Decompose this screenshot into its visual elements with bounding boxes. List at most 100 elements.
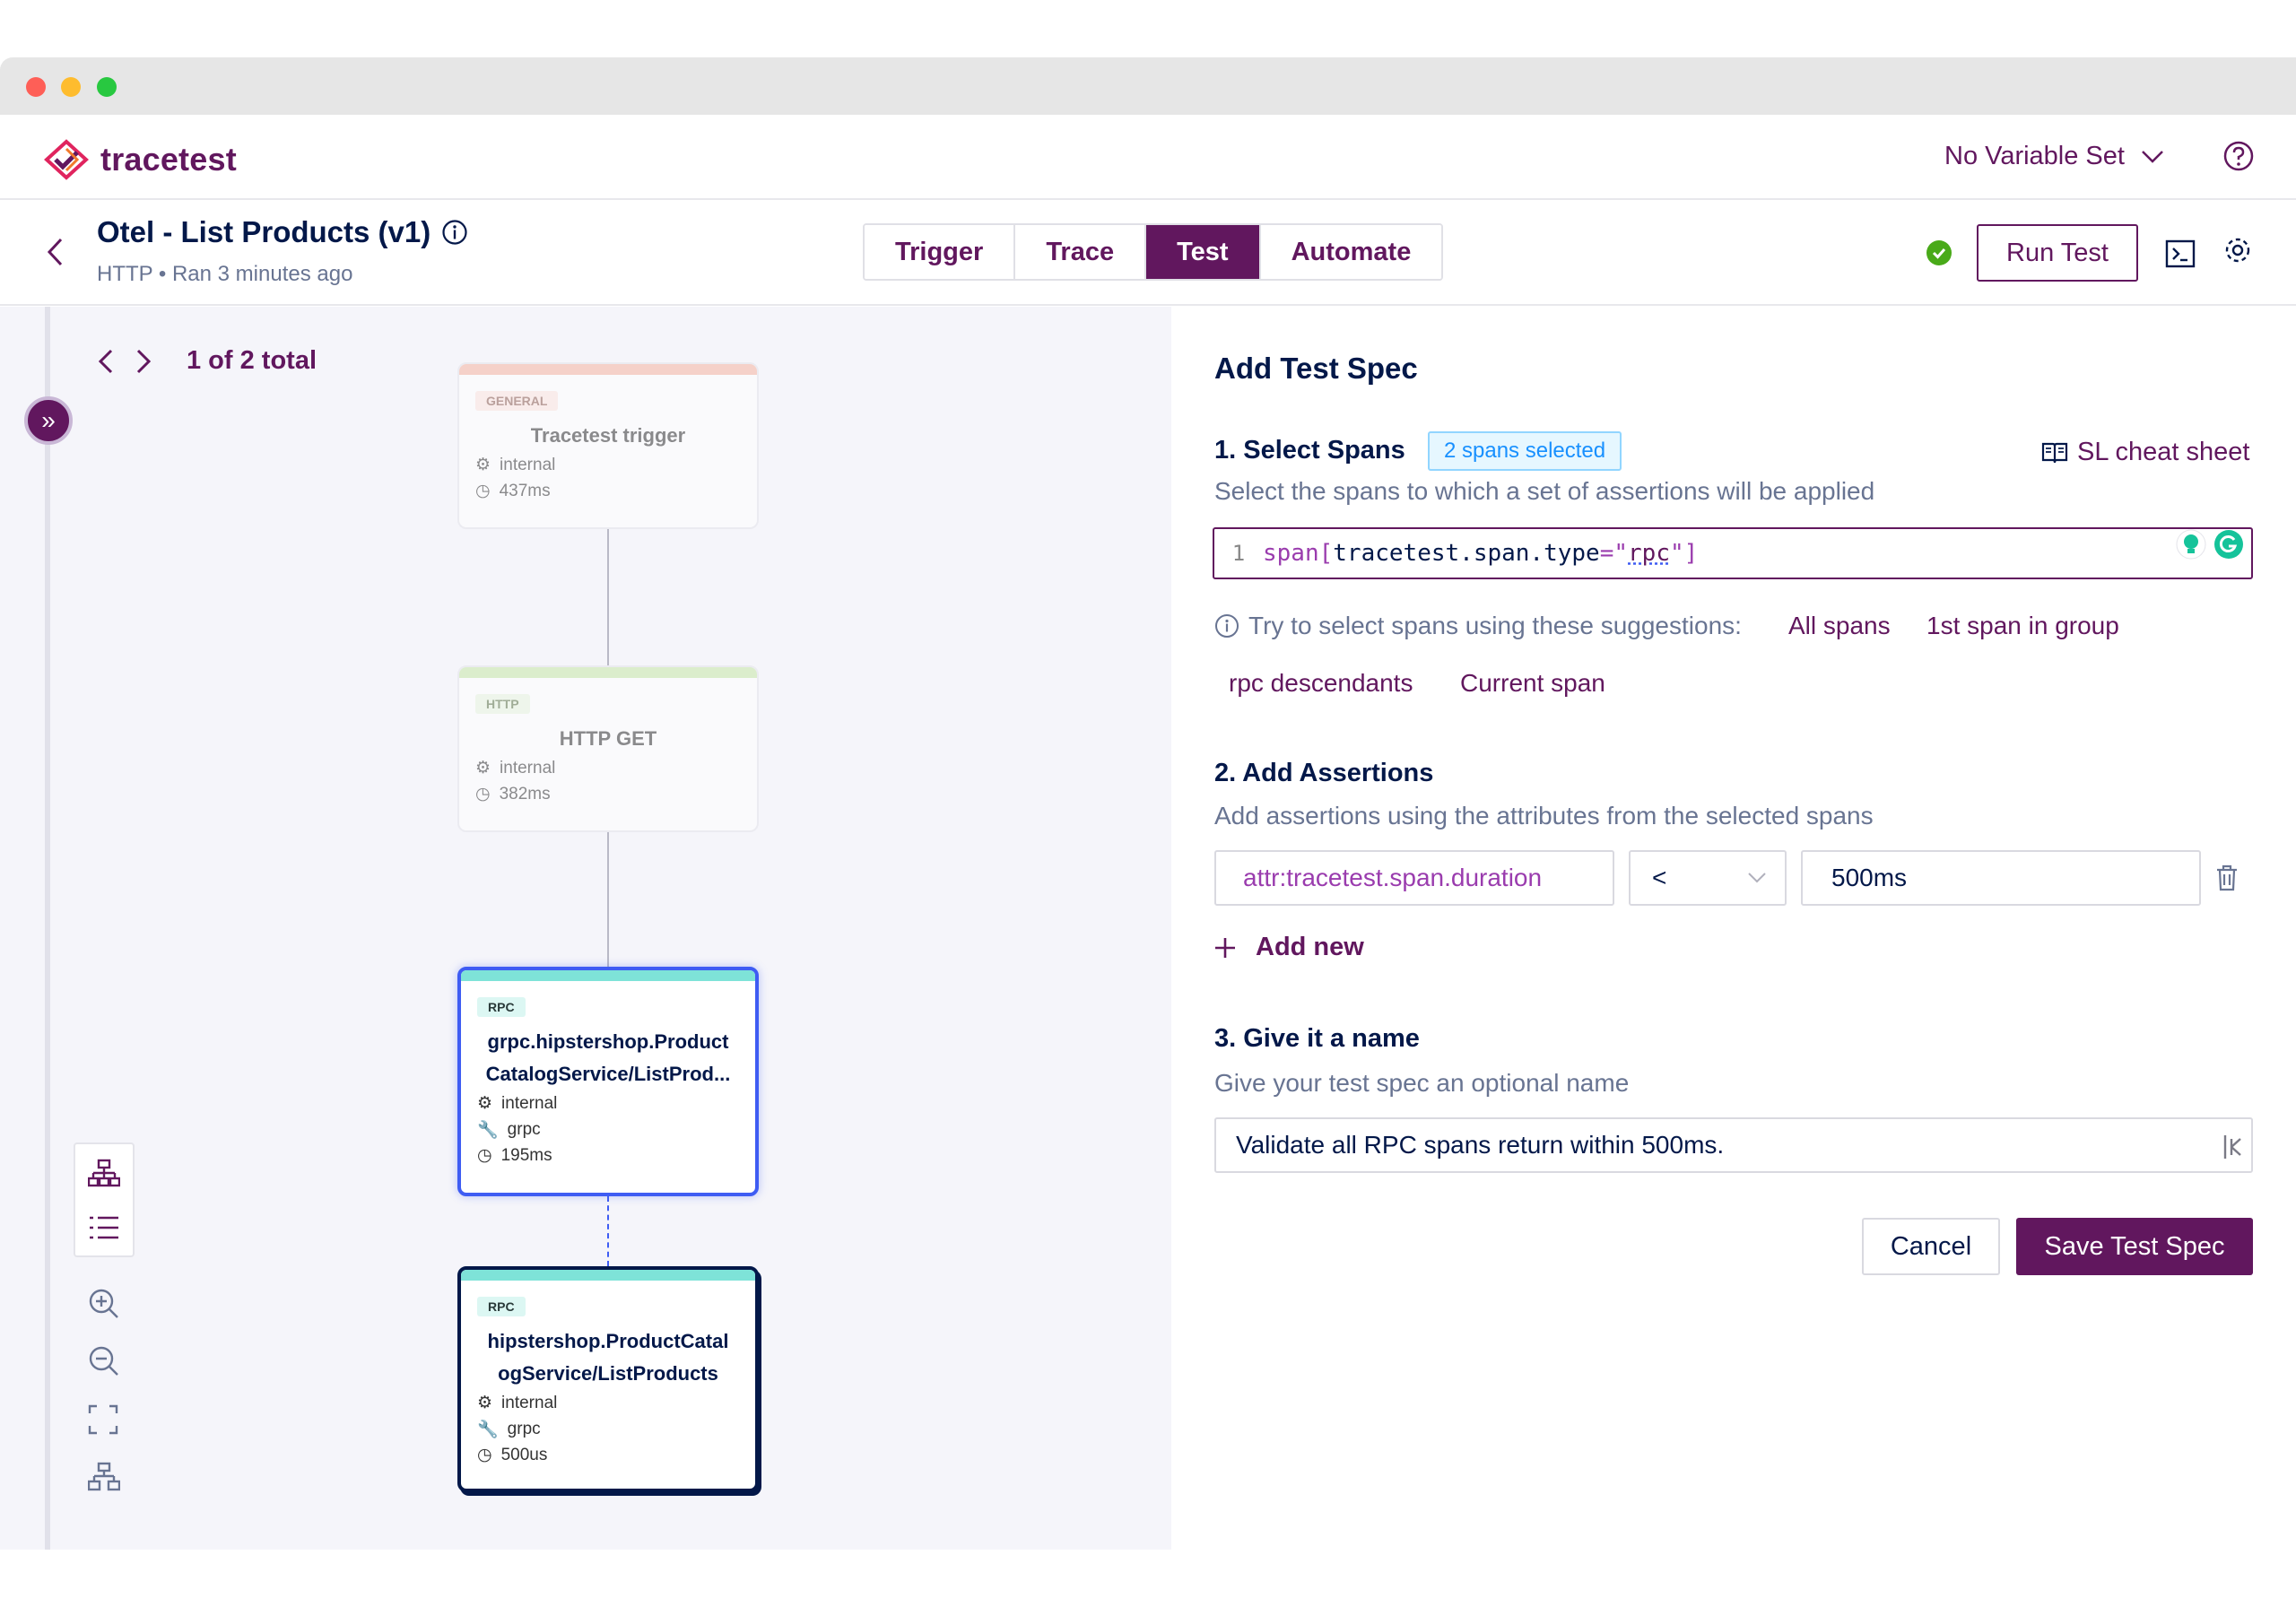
graph-edge (607, 529, 609, 665)
test-title-text: Otel - List Products (v1) (97, 215, 431, 248)
spec-name-input[interactable]: Validate all RPC spans return within 500… (1214, 1117, 2253, 1173)
variable-set-select[interactable]: No Variable Set (1944, 142, 2164, 171)
add-test-spec-heading: Add Test Spec (1214, 352, 1418, 385)
maximize-window-button[interactable] (97, 77, 117, 97)
span-name: grpc.hipstershop.Product CatalogService/… (485, 1030, 731, 1085)
info-icon[interactable] (441, 219, 468, 246)
add-new-label: Add new (1256, 933, 1364, 961)
text-extension-icon[interactable] (2222, 1134, 2244, 1160)
line-number: 1 (1231, 541, 1246, 566)
graph-edge (607, 832, 609, 967)
clock-icon: ◷ (477, 1146, 492, 1165)
span-meta-row: ◷ 437ms (475, 481, 551, 501)
select-spans-title: 1. Select Spans (1214, 436, 1405, 465)
span-node-selected[interactable]: RPC grpc.hipstershop.Product CatalogServ… (457, 967, 759, 1196)
assertion-operator-select[interactable]: < (1629, 850, 1787, 906)
span-name: Tracetest trigger (530, 424, 686, 447)
clock-icon: ◷ (475, 785, 491, 804)
minimize-window-button[interactable] (61, 77, 81, 97)
test-title: Otel - List Products (v1) (97, 215, 468, 249)
gear-icon: ⚙ (475, 456, 491, 474)
suggestion-all-spans[interactable]: All spans (1788, 612, 1891, 640)
list-view-icon[interactable] (88, 1214, 120, 1241)
chevron-down-icon (2142, 150, 2163, 163)
span-meta-row: ⚙ internal (477, 1393, 558, 1413)
tab-test[interactable]: Test (1146, 225, 1261, 279)
plus-icon (1215, 937, 1235, 958)
tab-trigger[interactable]: Trigger (865, 225, 1016, 279)
gear-icon: ⚙ (477, 1394, 493, 1412)
test-subtitle: HTTP • Ran 3 minutes ago (97, 262, 353, 286)
double-chevron-right-icon: » (41, 406, 56, 434)
span-node[interactable]: HTTP HTTP GET ⚙ internal ◷ 382ms (457, 665, 759, 832)
gear-icon: ⚙ (477, 1094, 493, 1113)
suggestions-intro: Try to select spans using these suggesti… (1214, 612, 1742, 640)
give-name-description: Give your test spec an optional name (1214, 1069, 1630, 1097)
auto-layout-icon[interactable] (88, 1462, 120, 1492)
zoom-in-icon[interactable] (88, 1288, 120, 1320)
wrench-icon: 🔧 (477, 1120, 499, 1140)
run-test-button[interactable]: Run Test (1977, 224, 2138, 282)
span-pager: 1 of 2 total (97, 346, 317, 376)
wrench-icon: 🔧 (477, 1420, 499, 1439)
next-icon[interactable] (135, 348, 152, 375)
app-header: tracetest No Variable Set (0, 115, 2296, 200)
give-name-title: 3. Give it a name (1214, 1024, 1420, 1053)
span-meta-row: 🔧 grpc (477, 1119, 541, 1140)
zoom-out-icon[interactable] (88, 1345, 120, 1377)
prev-icon[interactable] (97, 348, 115, 375)
expand-panel-button[interactable]: » (24, 396, 73, 445)
fit-view-icon[interactable] (88, 1404, 118, 1435)
span-name: HTTP GET (559, 727, 657, 750)
book-icon (2041, 442, 2068, 463)
lightbulb-icon[interactable] (2176, 529, 2206, 560)
add-assertions-description: Add assertions using the attributes from… (1214, 802, 1874, 830)
cheat-sheet-link[interactable]: SL cheat sheet (2041, 438, 2249, 467)
variable-set-label: No Variable Set (1944, 142, 2125, 170)
span-type-tag: GENERAL (475, 391, 559, 411)
save-test-spec-button[interactable]: Save Test Spec (2016, 1218, 2253, 1275)
span-meta-row: 🔧 grpc (477, 1419, 541, 1439)
spans-selected-badge: 2 spans selected (1428, 431, 1622, 471)
cancel-button[interactable]: Cancel (1862, 1218, 2000, 1275)
test-header: Otel - List Products (v1) HTTP • Ran 3 m… (0, 201, 2296, 306)
span-meta-row: ⚙ internal (475, 455, 556, 475)
span-meta-row: ◷ 500us (477, 1445, 548, 1465)
delete-trash-icon[interactable] (2215, 864, 2239, 891)
span-node[interactable]: RPC hipstershop.ProductCatal ogService/L… (457, 1266, 759, 1492)
assertion-value-input[interactable]: 500ms (1801, 850, 2201, 906)
span-meta-row: ⚙ internal (475, 758, 556, 778)
grammarly-icon[interactable] (2213, 529, 2244, 560)
spec-name-value: Validate all RPC spans return within 500… (1236, 1131, 1725, 1159)
add-new-assertion-button[interactable]: Add new (1214, 933, 1364, 962)
cheat-sheet-label: SL cheat sheet (2077, 438, 2250, 466)
terminal-icon[interactable] (2165, 239, 2196, 269)
window-titlebar (0, 57, 2296, 115)
side-rail (45, 307, 50, 1550)
suggestion-first-span-in-group[interactable]: 1st span in group (1926, 612, 2119, 640)
chevron-down-icon (1748, 873, 1766, 883)
suggestion-current-span[interactable]: Current span (1460, 669, 1605, 698)
back-arrow-icon[interactable] (45, 237, 65, 267)
clock-icon: ◷ (477, 1446, 492, 1464)
gear-icon: ⚙ (475, 759, 491, 777)
tab-trace[interactable]: Trace (1015, 225, 1147, 279)
span-selector-editor[interactable]: 1 span[tracetest.span.type="rpc"] (1213, 527, 2253, 579)
span-meta-row: ◷ 195ms (477, 1145, 552, 1166)
dag-view-icon[interactable] (88, 1159, 120, 1189)
close-window-button[interactable] (26, 77, 46, 97)
graph-edge-selected (607, 1196, 609, 1266)
tracetest-logo-icon (44, 139, 89, 180)
mode-tabs: Trigger Trace Test Automate (863, 223, 1444, 281)
suggestion-rpc-descendants[interactable]: rpc descendants (1229, 669, 1413, 698)
add-assertions-title: 2. Add Assertions (1214, 759, 1434, 787)
assertion-attribute-input[interactable]: attr:tracetest.span.duration (1214, 850, 1614, 906)
span-type-tag: RPC (477, 1297, 526, 1316)
tab-automate[interactable]: Automate (1260, 225, 1442, 279)
help-icon[interactable] (2222, 140, 2255, 172)
operator-value: < (1652, 864, 1667, 891)
settings-gear-icon[interactable] (2222, 235, 2253, 265)
pager-label: 1 of 2 total (187, 346, 317, 375)
tracetest-logo[interactable]: tracetest (43, 138, 237, 181)
span-node[interactable]: GENERAL Tracetest trigger ⚙ internal ◷ 437… (457, 362, 759, 529)
